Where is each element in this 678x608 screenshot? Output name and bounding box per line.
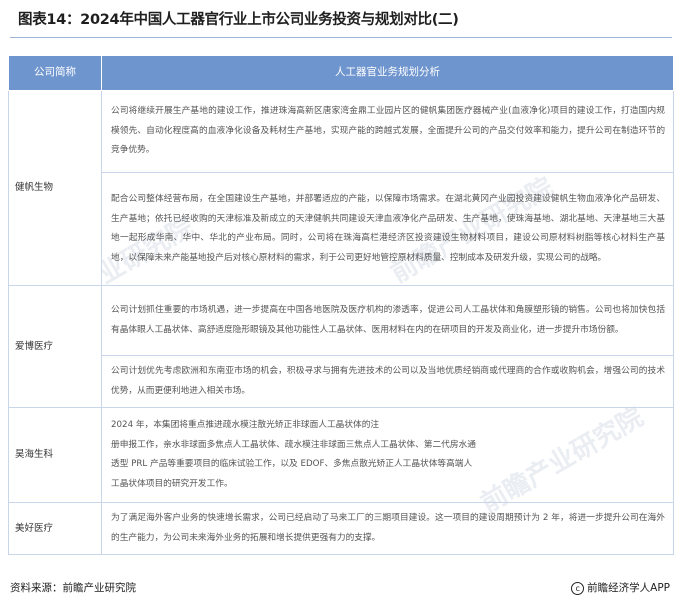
company-cell: 昊海生科 (8, 407, 102, 503)
desc-cell: 配合公司整体经营布局，在全国建设生产基地，并部署适应的产能，以保障市场需求。在湖… (101, 172, 674, 286)
table-row: 健帆生物 公司将继续开展生产基地的建设工作，推进珠海高新区唐家湾金鼎工业园片区的… (8, 90, 674, 286)
header-company: 公司简称 (8, 55, 102, 91)
desc-line: 册申报工作，亲水非球面多焦点人工晶状体、疏水模注非球面三焦点人工晶状体、第二代房… (111, 439, 476, 450)
company-cell: 爱博医疗 (8, 285, 102, 408)
desc-line: 2024 年，本集团将重点推进疏水模注散光矫正非球面人工晶状体的注 (111, 420, 380, 430)
source-note: 资料来源：前瞻产业研究院 (10, 582, 136, 594)
brand-credit: c 前瞻经济学人APP (571, 578, 670, 598)
table-row: 配合公司整体经营布局，在全国建设生产基地，并部署适应的产能，以保障市场需求。在湖… (9, 172, 674, 286)
copyright-icon: c (571, 581, 585, 595)
desc-line: 工晶状体项目的研究开发工作。 (111, 478, 233, 489)
header-analysis: 人工器官业务规划分析 (101, 55, 674, 91)
desc-cell: 为了满足海外客户业务的快速增长需求，公司已经启动了马来工厂的三期项目建设。这一项… (101, 502, 674, 555)
table-row: 公司计划优先考虑欧洲和东南亚市场的机会，积极寻求与拥有先进技术的公司以及当地优质… (9, 355, 674, 408)
business-plan-table: 公司简称 人工器官业务规划分析 健帆生物 公司将继续开展生产基地的建设工作，推进… (8, 55, 674, 555)
brand-name: 前瞻经济学人APP (587, 582, 670, 594)
company-cell: 美好医疗 (8, 502, 102, 555)
company-cell: 健帆生物 (8, 90, 102, 286)
table-header-row: 公司简称 人工器官业务规划分析 (8, 55, 674, 91)
desc-cell: 公司计划抓住重要的市场机遇，进一步提高在中国各地医院及医疗机构的渗透率，促进公司… (101, 285, 674, 356)
desc-cell: 公司计划优先考虑欧洲和东南亚市场的机会，积极寻求与拥有先进技术的公司以及当地优质… (101, 355, 674, 408)
table-row: 昊海生科 2024 年，本集团将重点推进疏水模注散光矫正非球面人工晶状体的注 册… (8, 407, 674, 503)
table-row: 爱博医疗 公司计划抓住重要的市场机遇，进一步提高在中国各地医院及医疗机构的渗透率… (8, 285, 674, 408)
desc-cell: 2024 年，本集团将重点推进疏水模注散光矫正非球面人工晶状体的注 册申报工作，… (101, 407, 674, 503)
title-divider (10, 37, 672, 38)
page-title: 图表14：2024年中国人工器官行业上市公司业务投资与规划对比(二) (18, 12, 459, 28)
desc-cell: 公司将继续开展生产基地的建设工作，推进珠海高新区唐家湾金鼎工业园片区的健帆集团医… (101, 90, 674, 173)
desc-line: 透型 PRL 产品等重要项目的临床试验工作，以及 EDOF、多焦点散光矫正人工晶… (111, 459, 473, 469)
table-row: 美好医疗 为了满足海外客户业务的快速增长需求，公司已经启动了马来工厂的三期项目建… (8, 502, 674, 555)
